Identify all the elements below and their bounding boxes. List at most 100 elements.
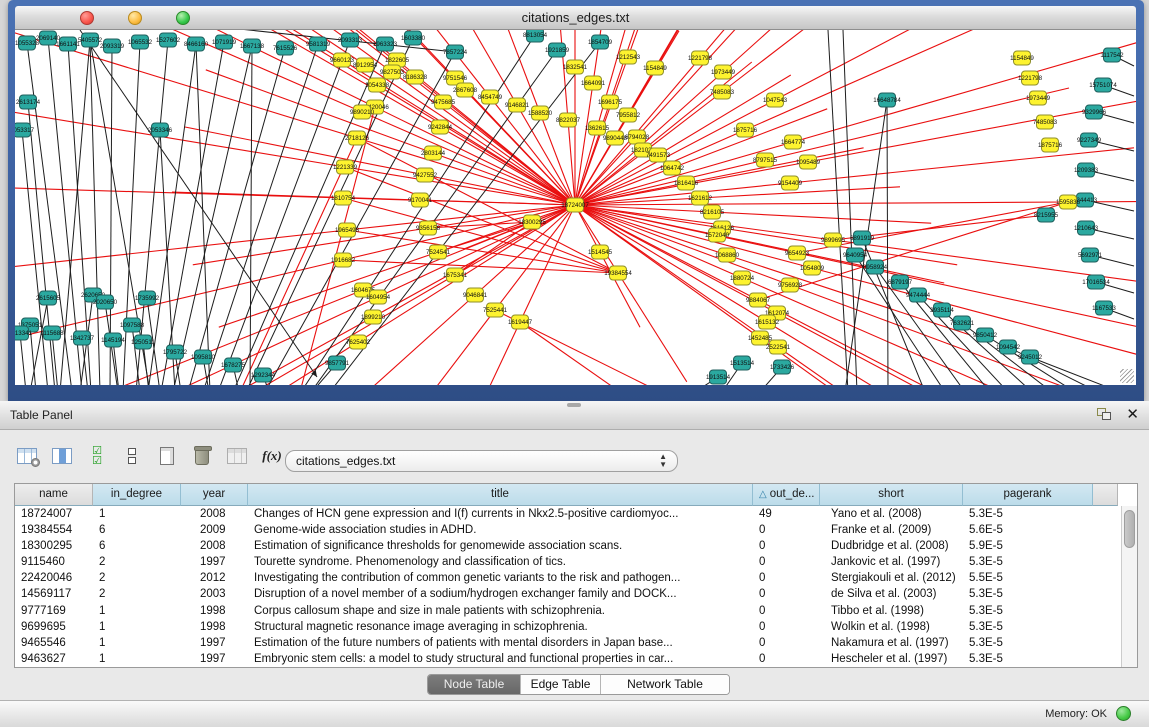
- graph-node[interactable]: 1604954: [366, 290, 391, 304]
- table-cell[interactable]: Changes of HCN gene expression and I(f) …: [248, 506, 753, 522]
- graph-node[interactable]: 9850412: [973, 328, 998, 342]
- table-cell[interactable]: Hescheler et al. (1997): [820, 651, 963, 667]
- column-header-pagerank[interactable]: pagerank: [963, 484, 1093, 506]
- graph-node[interactable]: 1875716: [1038, 138, 1063, 152]
- tab-network-table[interactable]: Network Table: [601, 675, 729, 694]
- table-cell[interactable]: 1997: [181, 554, 248, 570]
- table-cell[interactable]: 5.3E-5: [963, 619, 1093, 635]
- graph-node[interactable]: 1097588: [120, 318, 145, 332]
- table-cell[interactable]: 2: [93, 570, 181, 586]
- graph-node[interactable]: 8216105: [700, 205, 725, 219]
- table-row[interactable]: 911546021997Tourette syndrome. Phenomeno…: [15, 554, 1121, 570]
- table-cell[interactable]: 1998: [181, 619, 248, 635]
- table-cell[interactable]: 5.3E-5: [963, 586, 1093, 602]
- graph-node[interactable]: 1342737: [70, 331, 95, 345]
- table-cell[interactable]: 0: [753, 651, 820, 667]
- table-cell[interactable]: 19384554: [15, 522, 93, 538]
- table-cell[interactable]: Wolkin et al. (1998): [820, 619, 963, 635]
- table-row[interactable]: 977716911998Corpus callosum shape and si…: [15, 603, 1121, 619]
- table-cell[interactable]: Tibbo et al. (1998): [820, 603, 963, 619]
- graph-node[interactable]: 1527602: [156, 33, 181, 47]
- graph-node[interactable]: 1735992: [135, 291, 160, 305]
- graph-node[interactable]: 1064742: [660, 161, 685, 175]
- graph-node[interactable]: 1167533: [1092, 301, 1116, 315]
- table-cell[interactable]: 0: [753, 603, 820, 619]
- graph-node[interactable]: 8813054: [523, 30, 548, 42]
- table-row[interactable]: 1456911722003Disruption of a novel membe…: [15, 586, 1121, 602]
- table-row[interactable]: 946362711997Embryonic stem cells: a mode…: [15, 651, 1121, 667]
- table-cell[interactable]: 49: [753, 506, 820, 522]
- graph-node[interactable]: 1209383: [1074, 163, 1099, 177]
- graph-node[interactable]: 1115688: [40, 326, 64, 340]
- table-cell[interactable]: 1: [93, 619, 181, 635]
- table-cell[interactable]: 5.9E-5: [963, 538, 1093, 554]
- table-cell[interactable]: 9777169: [15, 603, 93, 619]
- graph-node[interactable]: 1733426: [770, 360, 795, 374]
- window-resize-grip[interactable]: [1120, 369, 1134, 383]
- graph-node[interactable]: 9154409: [778, 176, 803, 190]
- graph-node[interactable]: 5405572: [78, 33, 103, 47]
- graph-node[interactable]: 7857224: [443, 45, 468, 59]
- graph-node[interactable]: 7625402: [346, 335, 371, 349]
- graph-node[interactable]: 2867608: [453, 83, 478, 97]
- row-checks-icon[interactable]: ☑☑: [84, 443, 110, 469]
- graph-node[interactable]: 1664774: [781, 135, 806, 149]
- column-header-short[interactable]: short: [820, 484, 963, 506]
- table-row[interactable]: 1872400712008Changes of HCN gene express…: [15, 506, 1121, 522]
- table-cell[interactable]: 22420046: [15, 570, 93, 586]
- graph-node[interactable]: 2093319: [100, 39, 125, 53]
- table-cell[interactable]: 5.6E-5: [963, 522, 1093, 538]
- table-cell[interactable]: 1997: [181, 651, 248, 667]
- graph-node[interactable]: 1513514: [730, 356, 755, 370]
- table-cell[interactable]: 0: [753, 554, 820, 570]
- table-cell[interactable]: 0: [753, 538, 820, 554]
- table-cell[interactable]: Tourette syndrome. Phenomenology and cla…: [248, 554, 753, 570]
- table-cell[interactable]: 5.3E-5: [963, 554, 1093, 570]
- graph-node[interactable]: 1696175: [598, 95, 623, 109]
- table-cell[interactable]: Investigating the contribution of common…: [248, 570, 753, 586]
- table-cell[interactable]: Yano et al. (2008): [820, 506, 963, 522]
- graph-node[interactable]: 5692971: [1078, 248, 1103, 262]
- float-panel-icon[interactable]: [1097, 408, 1113, 422]
- graph-node[interactable]: 1795722: [163, 345, 188, 359]
- graph-node[interactable]: 2053346: [148, 123, 173, 137]
- graph-node[interactable]: 1065532: [128, 35, 153, 49]
- graph-node[interactable]: 2615605: [36, 291, 61, 305]
- graph-node[interactable]: 1621612: [688, 191, 713, 205]
- table-cell[interactable]: 1: [93, 635, 181, 651]
- graph-node[interactable]: 9857791: [325, 356, 350, 370]
- tab-node-table[interactable]: Node Table: [428, 675, 521, 694]
- table-select-dropdown[interactable]: citations_edges.txt ▲▼: [285, 450, 678, 472]
- graph-node[interactable]: 2053317: [15, 123, 35, 137]
- table-row[interactable]: 969969511998Structural magnetic resonanc…: [15, 619, 1121, 635]
- network-canvas[interactable]: 1055328206914016611415405572209331910655…: [15, 30, 1136, 385]
- graph-node[interactable]: 9654923: [785, 246, 810, 260]
- table-cell[interactable]: 1: [93, 651, 181, 667]
- table-cell[interactable]: Embryonic stem cells: a model to study s…: [248, 651, 753, 667]
- graph-node[interactable]: 1880724: [730, 271, 755, 285]
- table-row[interactable]: 1938455462009Genome-wide association stu…: [15, 522, 1121, 538]
- graph-node[interactable]: 7485083: [710, 85, 735, 99]
- graph-node[interactable]: 8797515: [753, 153, 778, 167]
- table-cell[interactable]: Franke et al. (2009): [820, 522, 963, 538]
- table-cell[interactable]: 0: [753, 522, 820, 538]
- graph-node[interactable]: 8215955: [1034, 208, 1059, 222]
- table-cell[interactable]: 6: [93, 522, 181, 538]
- graph-node[interactable]: 1965498: [335, 223, 360, 237]
- graph-node[interactable]: 2613174: [16, 95, 41, 109]
- graph-node[interactable]: 1212543: [616, 50, 641, 64]
- graph-node[interactable]: 1816416: [674, 176, 699, 190]
- graph-node[interactable]: 8466160: [184, 37, 209, 51]
- table-cell[interactable]: Genome-wide association studies in ADHD.: [248, 522, 753, 538]
- graph-node[interactable]: 9427552: [413, 168, 438, 182]
- graph-node[interactable]: 9170041: [408, 193, 433, 207]
- table-cell[interactable]: 1997: [181, 635, 248, 651]
- table-cell[interactable]: 0: [753, 586, 820, 602]
- graph-node[interactable]: 1854709: [588, 35, 613, 49]
- table-cell[interactable]: 5.5E-5: [963, 570, 1093, 586]
- graph-node[interactable]: 1661141: [56, 37, 80, 51]
- table-cell[interactable]: 2: [93, 554, 181, 570]
- table-cell[interactable]: 18724007: [15, 506, 93, 522]
- table-cell[interactable]: 2003: [181, 586, 248, 602]
- table-row[interactable]: 2242004622012Investigating the contribut…: [15, 570, 1121, 586]
